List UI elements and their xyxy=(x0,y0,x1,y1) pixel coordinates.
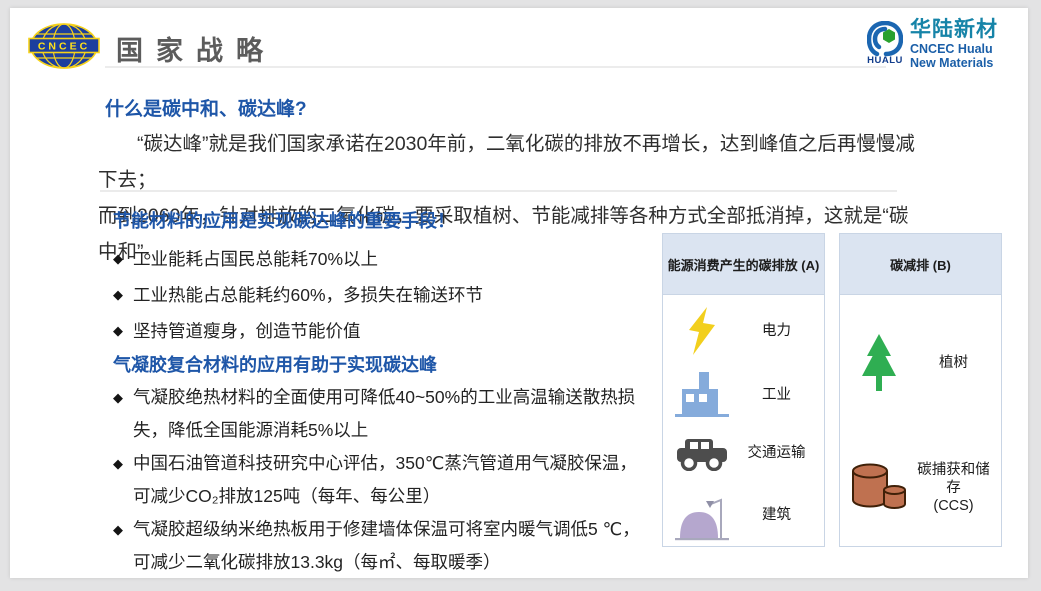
reduction-box-header: 碳减排 (B) xyxy=(840,234,1001,295)
car-icon xyxy=(669,435,735,471)
section1-bullets: ◆ 工业能耗占国民总能耗70%以上 ◆ 工业热能占总能耗约60%，多损失在输送环… xyxy=(113,241,669,349)
diagram-item-label: 建筑 xyxy=(735,506,818,524)
header-divider xyxy=(105,66,886,68)
emissions-box: 能源消费产生的碳排放 (A) 电力 xyxy=(662,233,825,547)
bullet-line: 工业能耗占国民总能耗70%以上 xyxy=(133,241,378,277)
section2-bullets: ◆ 气凝胶绝热材料的全面使用可降低40~50%的工业高温输送散热损 失，降低全国… xyxy=(113,381,669,579)
diagram-item-label-line: (CCS) xyxy=(912,497,995,515)
diagram-item-label: 交通运输 xyxy=(735,444,818,462)
emissions-box-header: 能源消费产生的碳排放 (A) xyxy=(663,234,824,295)
factory-icon xyxy=(669,372,735,418)
section2-heading: 气凝胶复合材料的应用有助于实现碳达峰 xyxy=(113,351,669,377)
bullet-line: 失，降低全国能源消耗5%以上 xyxy=(133,414,635,447)
bullet-item: ◆ 气凝胶绝热材料的全面使用可降低40~50%的工业高温输送散热损 失，降低全国… xyxy=(113,381,669,447)
page-title: 国家战略 xyxy=(116,29,276,68)
intro-heading: 什么是碳中和、碳达峰? xyxy=(105,94,307,121)
diagram-item-ccs: 碳捕获和储存 (CCS) xyxy=(846,461,995,515)
diagram-item-electricity: 电力 xyxy=(669,307,818,355)
diagram-item-label: 电力 xyxy=(735,322,818,340)
diagram-item-tree: 植树 xyxy=(846,334,995,392)
diamond-bullet-icon: ◆ xyxy=(113,447,123,480)
bullet-line: 气凝胶超级纳米绝热板用于修建墙体保温可将室内暖气调低5 ℃， xyxy=(133,513,640,546)
bullet-item: ◆ 坚持管道瘦身，创造节能价值 xyxy=(113,313,669,349)
diagram-item-building: 建筑 xyxy=(669,488,818,542)
reduction-box-body: 植树 碳捕获和储存 (CCS) xyxy=(840,295,1001,554)
bullet-line: 中国石油管道科技研究中心评估，350℃蒸汽管道用气凝胶保温， xyxy=(133,447,637,480)
diamond-bullet-icon: ◆ xyxy=(113,513,123,546)
diagram-item-label-line: 碳捕获和储存 xyxy=(912,461,995,497)
bullet-line: 可减少二氧化碳排放13.3kg（每㎡、每取暖季） xyxy=(133,546,640,579)
tree-icon xyxy=(846,334,912,392)
bullet-item: ◆ 工业能耗占国民总能耗70%以上 xyxy=(113,241,669,277)
diamond-bullet-icon: ◆ xyxy=(113,277,123,313)
intro-divider xyxy=(100,190,897,192)
bullet-item: ◆ 工业热能占总能耗约60%，多损失在输送环节 xyxy=(113,277,669,313)
barrels-icon xyxy=(846,462,912,514)
diagram-item-label: 植树 xyxy=(912,354,995,372)
cncec-globe-icon: CNCEC xyxy=(28,21,100,76)
bullet-line: 可减少CO₂排放125吨（每年、每公里） xyxy=(133,480,637,513)
lightning-icon xyxy=(669,307,735,355)
diamond-bullet-icon: ◆ xyxy=(113,241,123,277)
bullet-item: ◆ 中国石油管道科技研究中心评估，350℃蒸汽管道用气凝胶保温， 可减少CO₂排… xyxy=(113,447,669,513)
hualu-name-en1: CNCEC Hualu xyxy=(910,42,998,56)
svg-text:CNCEC: CNCEC xyxy=(38,41,90,53)
section-aerogel: 气凝胶复合材料的应用有助于实现碳达峰 ◆ 气凝胶绝热材料的全面使用可降低40~5… xyxy=(113,351,669,579)
bullet-item: ◆ 气凝胶超级纳米绝热板用于修建墙体保温可将室内暖气调低5 ℃， 可减少二氧化碳… xyxy=(113,513,669,579)
hualu-logo: HUALU 华陆新材 CNCEC Hualu New Materials xyxy=(867,18,998,70)
diagram-item-industry: 工业 xyxy=(669,372,818,418)
bullet-line: 工业热能占总能耗约60%，多损失在输送环节 xyxy=(133,277,483,313)
diamond-bullet-icon: ◆ xyxy=(113,381,123,414)
diamond-bullet-icon: ◆ xyxy=(113,313,123,349)
section1-heading: 节能材料的应用是实现碳达峰的重要手段！ xyxy=(113,207,669,233)
hualu-mark-label: HUALU xyxy=(867,55,903,66)
hualu-mark-icon: HUALU xyxy=(867,21,903,66)
slide: CNCEC 国家战略 HUALU 华陆新材 CNCEC Hualu New Ma… xyxy=(10,8,1028,578)
hualu-text: 华陆新材 CNCEC Hualu New Materials xyxy=(910,18,998,70)
hualu-name-en2: New Materials xyxy=(910,56,998,70)
diagram-item-label: 碳捕获和储存 (CCS) xyxy=(912,461,995,515)
building-icon xyxy=(669,488,735,542)
reduction-box: 碳减排 (B) 植树 xyxy=(839,233,1002,547)
hualu-name-cn: 华陆新材 xyxy=(910,18,998,42)
emissions-box-body: 电力 工业 xyxy=(663,295,824,554)
intro-line: “碳达峰”就是我们国家承诺在2030年前，二氧化碳的排放不再增长，达到峰值之后再… xyxy=(98,126,922,198)
diagram-item-label: 工业 xyxy=(735,386,818,404)
bullet-line: 坚持管道瘦身，创造节能价值 xyxy=(133,313,361,349)
bullet-line: 气凝胶绝热材料的全面使用可降低40~50%的工业高温输送散热损 xyxy=(133,381,635,414)
diagram-item-transport: 交通运输 xyxy=(669,435,818,471)
section-energy-saving: 节能材料的应用是实现碳达峰的重要手段！ ◆ 工业能耗占国民总能耗70%以上 ◆ … xyxy=(113,207,669,349)
